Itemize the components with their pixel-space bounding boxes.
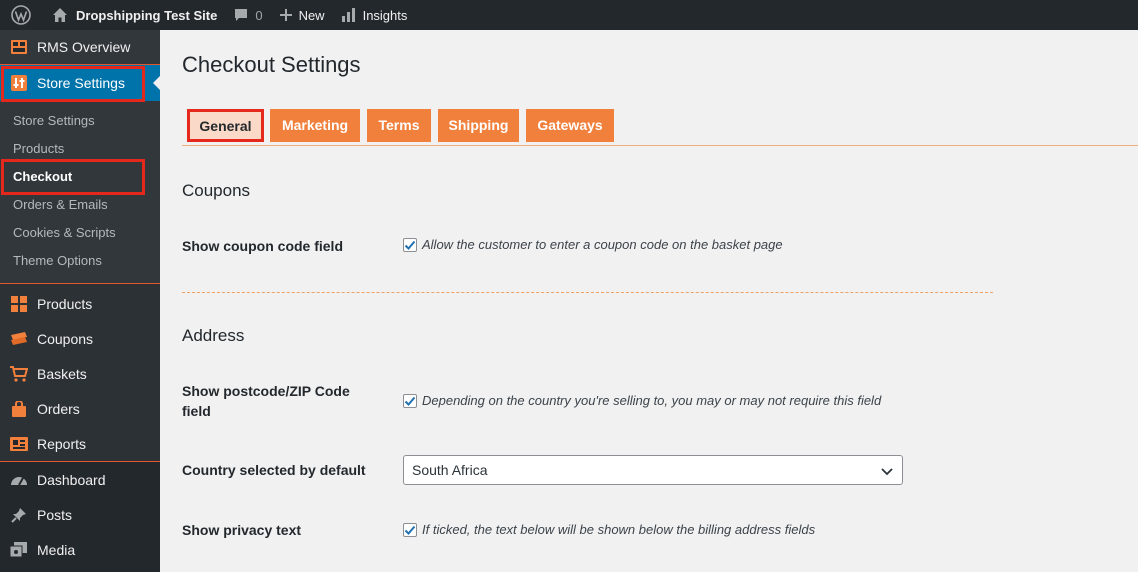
coupon-field-checkbox[interactable] [403, 237, 417, 252]
sidebar-item-label: RMS Overview [37, 39, 131, 55]
checkmark-icon [404, 240, 416, 250]
country-field-label: Country selected by default [182, 462, 366, 478]
sidebar-item-media[interactable]: Media [0, 532, 160, 567]
settings-tabs: General Marketing Terms Shipping Gateway… [182, 109, 1138, 146]
postcode-field-label: Show postcode/ZIP Code field [182, 383, 350, 419]
privacy-field-label: Show privacy text [182, 522, 302, 538]
sliders-icon [10, 74, 28, 92]
submenu-item-store-settings[interactable]: Store Settings [0, 107, 160, 135]
tab-shipping[interactable]: Shipping [438, 109, 519, 142]
dashboard-grid-icon [10, 38, 28, 56]
section-divider [182, 292, 993, 293]
submenu-item-cookies-scripts[interactable]: Cookies & Scripts [0, 219, 160, 247]
privacy-field-checkbox[interactable] [403, 522, 417, 537]
bag-icon [10, 400, 28, 418]
wordpress-logo-icon[interactable] [0, 0, 40, 30]
store-menu-group: Products Coupons Baskets Orders Reports [0, 284, 160, 462]
coupon-icon [10, 330, 28, 348]
privacy-field-row: If ticked, the text below will be shown … [403, 522, 815, 537]
sidebar-item-reports[interactable]: Reports [0, 426, 160, 461]
sidebar-item-coupons[interactable]: Coupons [0, 321, 160, 356]
submenu-item-products[interactable]: Products [0, 135, 160, 163]
coupon-field-label: Show coupon code field [182, 238, 343, 254]
sidebar-item-orders[interactable]: Orders [0, 391, 160, 426]
postcode-field-checkbox[interactable] [403, 393, 417, 408]
privacy-field-description: If ticked, the text below will be shown … [422, 522, 816, 537]
sidebar-item-store-settings[interactable]: Store Settings [0, 65, 160, 101]
tab-general[interactable]: General [187, 109, 264, 142]
coupons-heading: Coupons [182, 181, 251, 200]
tab-marketing[interactable]: Marketing [270, 109, 360, 142]
home-icon [53, 8, 67, 22]
media-icon [10, 541, 28, 559]
sidebar-item-posts[interactable]: Posts [0, 497, 160, 532]
coupon-field-description: Allow the customer to enter a coupon cod… [422, 237, 783, 252]
sidebar-item-products[interactable]: Products [0, 286, 160, 321]
bar-chart-icon [341, 8, 355, 22]
cart-icon [10, 365, 28, 383]
submenu-item-orders-emails[interactable]: Orders & Emails [0, 191, 160, 219]
insights-link[interactable]: Insights [333, 0, 416, 30]
insights-label: Insights [362, 7, 408, 23]
plus-icon [279, 9, 292, 21]
admin-bar: Dropshipping Test Site 0 New Insights [0, 0, 1138, 30]
current-menu-arrow [153, 76, 160, 90]
comments-count: 0 [255, 7, 263, 23]
new-label: New [298, 7, 325, 23]
main-content: Checkout Settings General Marketing Term… [160, 30, 1138, 572]
address-heading: Address [182, 326, 245, 345]
country-select-value: South Africa [412, 462, 488, 478]
sidebar-item-label: Baskets [37, 365, 87, 382]
comments-link[interactable]: 0 [225, 0, 270, 30]
sidebar-item-baskets[interactable]: Baskets [0, 356, 160, 391]
sidebar-item-label: Media [37, 541, 76, 558]
checkmark-icon [404, 525, 416, 535]
admin-sidebar: RMS Overview Store Settings Store Settin… [0, 30, 160, 572]
grid-icon [10, 295, 28, 313]
sidebar-item-label: Reports [37, 435, 87, 452]
new-content-link[interactable]: New [271, 0, 333, 30]
wp-menu-group: Dashboard Posts Media [0, 462, 160, 567]
submenu-item-theme-options[interactable]: Theme Options [0, 247, 160, 275]
sidebar-item-label: Posts [37, 506, 73, 523]
tab-gateways[interactable]: Gateways [526, 109, 614, 142]
checkmark-icon [404, 396, 416, 406]
dashboard-icon [10, 471, 28, 489]
sidebar-item-dashboard[interactable]: Dashboard [0, 462, 160, 497]
sidebar-item-rms-overview[interactable]: RMS Overview [0, 30, 160, 65]
submenu-item-checkout[interactable]: Checkout [0, 163, 160, 191]
report-icon [10, 435, 28, 453]
pin-icon [10, 506, 28, 524]
sidebar-item-label: Products [37, 295, 93, 312]
site-name: Dropshipping Test Site [76, 7, 218, 23]
sidebar-item-label: Orders [37, 400, 80, 417]
comment-icon [235, 9, 248, 21]
store-settings-submenu: Store Settings Products Checkout Orders … [0, 101, 160, 284]
sidebar-item-label: Coupons [37, 330, 94, 347]
country-select[interactable]: South Africa [403, 455, 903, 485]
tab-terms[interactable]: Terms [367, 109, 431, 142]
coupon-field-row: Allow the customer to enter a coupon cod… [403, 237, 783, 252]
sidebar-item-label: Store Settings [37, 75, 125, 91]
postcode-field-description: Depending on the country you're selling … [422, 393, 882, 408]
sidebar-item-label: Dashboard [37, 471, 106, 488]
postcode-field-row: Depending on the country you're selling … [403, 393, 881, 408]
site-name-link[interactable]: Dropshipping Test Site [44, 0, 225, 30]
page-title: Checkout Settings [182, 52, 361, 77]
chevron-down-icon [881, 468, 893, 476]
